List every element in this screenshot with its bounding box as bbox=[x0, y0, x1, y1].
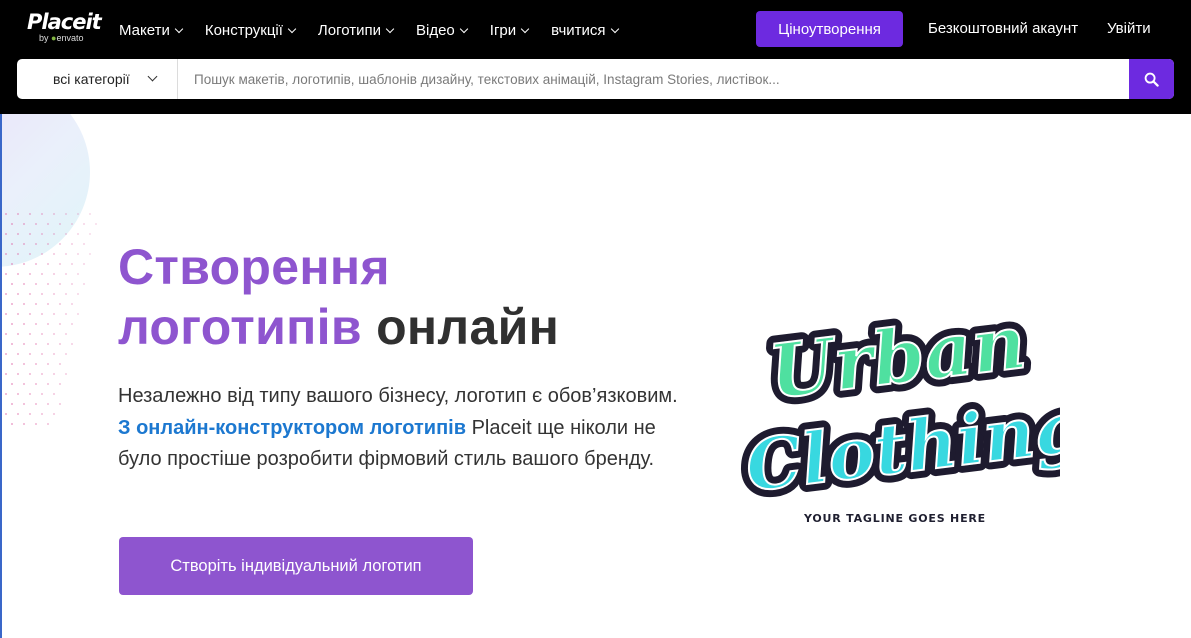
title-line1: Створення bbox=[118, 239, 390, 295]
free-account-link[interactable]: Безкоштовний акаунт bbox=[928, 20, 1078, 37]
search-bar: всі категорії bbox=[17, 59, 1174, 99]
logo-byline: by ●envato bbox=[39, 33, 101, 43]
left-edge-line bbox=[0, 114, 2, 638]
logo-byline-name: envato bbox=[56, 33, 84, 43]
create-logo-button[interactable]: Створіть індивідуальний логотип bbox=[119, 537, 473, 595]
nav-item-label: Конструкції bbox=[204, 21, 283, 39]
desc-part1: Незалежно від типу вашого бізнесу, логот… bbox=[118, 385, 678, 407]
search-button[interactable] bbox=[1129, 59, 1174, 99]
nav-item-learn[interactable]: вчитися bbox=[551, 21, 619, 39]
page-title: Створення логотипів онлайн bbox=[118, 237, 559, 357]
main-nav: Макети Конструкції Логотипи Відео Ігри в… bbox=[119, 18, 641, 42]
nav-item-label: вчитися bbox=[551, 21, 606, 39]
pricing-button[interactable]: Ціноутворення bbox=[756, 11, 903, 47]
top-navbar: Placeit by ●envato Макети Конструкції Ло… bbox=[0, 0, 1191, 114]
chevron-down-icon bbox=[174, 24, 184, 33]
title-line2-purple: логотипів bbox=[118, 299, 362, 355]
search-input[interactable] bbox=[178, 59, 1129, 99]
chevron-down-icon bbox=[287, 24, 297, 33]
nav-item-designs[interactable]: Конструкції bbox=[204, 21, 297, 39]
logo-byline-prefix: by bbox=[39, 33, 49, 43]
nav-item-logos[interactable]: Логотипи bbox=[317, 21, 395, 39]
logo-tagline: YOUR TAGLINE GOES HERE bbox=[804, 512, 986, 525]
chevron-down-icon bbox=[520, 24, 530, 33]
decorative-circle-dots bbox=[0, 114, 110, 444]
login-link[interactable]: Увійти bbox=[1107, 20, 1151, 37]
search-icon bbox=[1144, 72, 1159, 87]
category-select-value: всі категорії bbox=[53, 71, 130, 87]
nav-item-mockups[interactable]: Макети bbox=[119, 21, 184, 39]
category-select[interactable]: всі категорії bbox=[17, 59, 178, 99]
chevron-down-icon bbox=[385, 24, 395, 33]
nav-item-videos[interactable]: Відео bbox=[416, 21, 469, 39]
title-line2-dark: онлайн bbox=[376, 299, 560, 355]
nav-item-label: Відео bbox=[416, 21, 455, 39]
nav-item-label: Макети bbox=[119, 21, 170, 39]
nav-item-games[interactable]: Ігри bbox=[489, 21, 530, 39]
chevron-down-icon bbox=[610, 24, 619, 33]
hero-description: Незалежно від типу вашого бізнесу, логот… bbox=[118, 381, 678, 476]
urban-clothing-logo-preview: Urban Urban Clothing Clothing bbox=[733, 295, 1060, 516]
logo-wordmark: Placeit bbox=[27, 10, 102, 34]
nav-item-label: Ігри bbox=[489, 21, 517, 39]
chevron-down-icon bbox=[459, 24, 469, 33]
chevron-down-icon bbox=[147, 71, 158, 82]
placeit-logo[interactable]: Placeit by ●envato bbox=[27, 10, 102, 43]
logo-maker-link[interactable]: З онлайн-конструктором логотипів bbox=[118, 417, 466, 439]
nav-item-label: Логотипи bbox=[317, 21, 381, 39]
